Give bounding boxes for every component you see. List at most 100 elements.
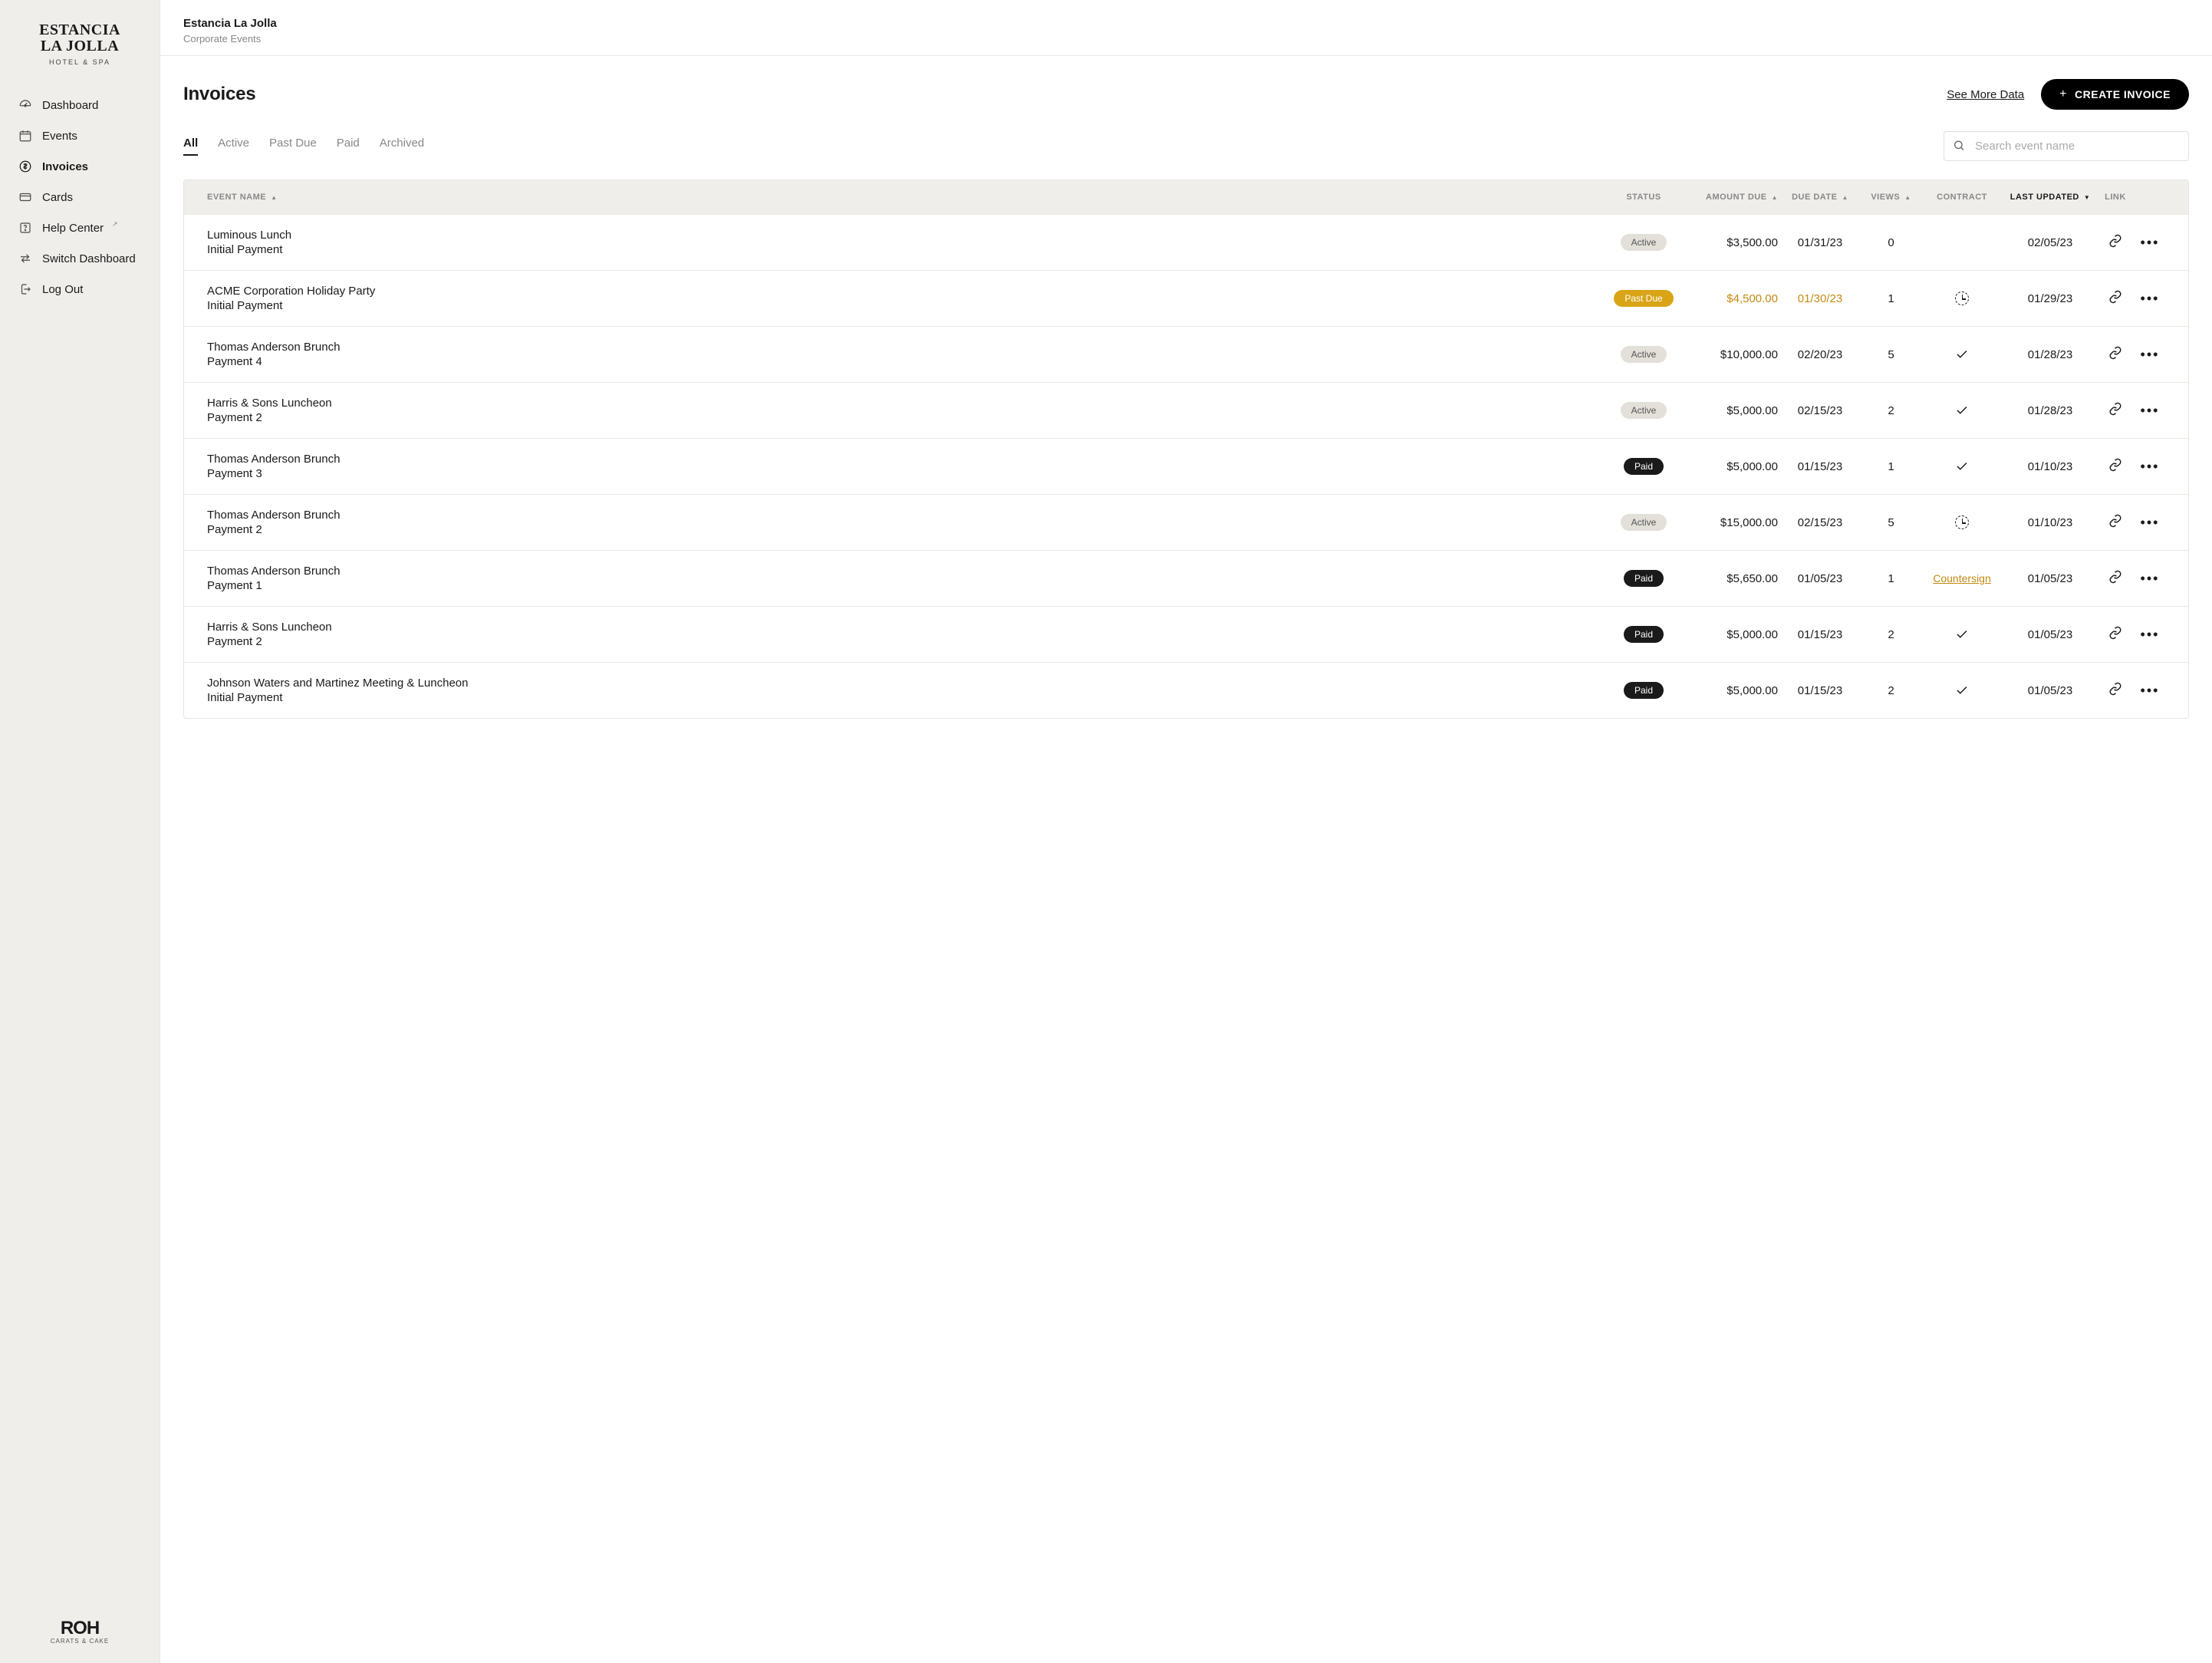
- col-contract[interactable]: CONTRACT: [1920, 193, 2004, 202]
- event-name: Thomas Anderson Brunch: [207, 565, 340, 578]
- payment-name: Payment 3: [207, 467, 262, 480]
- table-row[interactable]: Thomas Anderson BrunchPayment 2Active$15…: [184, 494, 2188, 550]
- sidebar-item-switch-dashboard[interactable]: Switch Dashboard: [18, 244, 147, 273]
- link-icon[interactable]: [2108, 458, 2122, 475]
- amount-cell: $10,000.00: [1678, 348, 1778, 361]
- link-icon[interactable]: [2108, 514, 2122, 531]
- link-cell: [2096, 626, 2135, 643]
- sidebar-item-dashboard[interactable]: Dashboard: [18, 91, 147, 120]
- header: Estancia La Jolla Corporate Events: [160, 0, 2212, 56]
- col-last-updated[interactable]: LAST UPDATED ▼: [2004, 193, 2096, 202]
- more-icon[interactable]: •••: [2141, 291, 2160, 307]
- payment-name: Initial Payment: [207, 691, 282, 704]
- col-due-date[interactable]: DUE DATE ▲: [1778, 193, 1862, 202]
- search-input[interactable]: [1944, 131, 2189, 161]
- logo-line-1: ESTANCIA: [18, 21, 141, 39]
- search-icon: [1953, 139, 1965, 153]
- sidebar-item-events[interactable]: Events: [18, 121, 147, 150]
- countersign-link[interactable]: Countersign: [1933, 572, 1991, 585]
- tab-paid[interactable]: Paid: [337, 137, 360, 156]
- event-cell: Harris & Sons LuncheonPayment 2: [207, 621, 1609, 648]
- event-cell: Harris & Sons LuncheonPayment 2: [207, 397, 1609, 424]
- contract-cell: Countersign: [1920, 572, 2004, 585]
- due-date-value: 02/15/23: [1798, 404, 1842, 417]
- sidebar-item-log-out[interactable]: Log Out: [18, 275, 147, 304]
- col-amount-due[interactable]: AMOUNT DUE ▲: [1678, 193, 1778, 202]
- sidebar-item-invoices[interactable]: Invoices: [18, 152, 147, 181]
- table-row[interactable]: ACME Corporation Holiday PartyInitial Pa…: [184, 270, 2188, 326]
- sidebar-item-cards[interactable]: Cards: [18, 183, 147, 212]
- table-row[interactable]: Harris & Sons LuncheonPayment 2Active $5,…: [184, 382, 2188, 438]
- due-date-cell: 01/31/23: [1778, 236, 1862, 249]
- payment-name: Initial Payment: [207, 243, 282, 256]
- col-link: LINK: [2096, 193, 2135, 202]
- table-row[interactable]: Thomas Anderson BrunchPayment 1Paid$5,65…: [184, 550, 2188, 606]
- status-badge: Past Due: [1614, 290, 1673, 307]
- table-row[interactable]: Luminous LunchInitial PaymentActive$3,50…: [184, 214, 2188, 270]
- link-icon[interactable]: [2108, 402, 2122, 419]
- due-date-value: 02/15/23: [1798, 516, 1842, 529]
- more-icon[interactable]: •••: [2141, 403, 2160, 419]
- event-cell: Luminous LunchInitial Payment: [207, 229, 1609, 256]
- actions-cell: •••: [2135, 571, 2165, 587]
- link-icon[interactable]: [2108, 570, 2122, 587]
- table-row[interactable]: Thomas Anderson BrunchPayment 3Paid$5,00…: [184, 438, 2188, 494]
- link-icon[interactable]: [2108, 290, 2122, 307]
- see-more-link[interactable]: See More Data: [1947, 88, 2024, 101]
- last-updated-cell: 01/28/23: [2004, 348, 2096, 361]
- tab-past-due[interactable]: Past Due: [269, 137, 317, 156]
- contract-cell: [1920, 627, 2004, 641]
- payment-name: Payment 2: [207, 523, 262, 536]
- contract-cell: [1920, 683, 2004, 697]
- event-name: Thomas Anderson Brunch: [207, 341, 340, 354]
- more-icon[interactable]: •••: [2141, 235, 2160, 251]
- sort-up-icon: ▲: [1772, 194, 1778, 201]
- status-cell: Active: [1609, 402, 1678, 419]
- create-invoice-button[interactable]: + CREATE INVOICE: [2041, 79, 2189, 110]
- more-icon[interactable]: •••: [2141, 347, 2160, 363]
- col-actions: [2135, 193, 2165, 202]
- link-cell: [2096, 514, 2135, 531]
- table-row[interactable]: Thomas Anderson BrunchPayment 4Active$10…: [184, 326, 2188, 382]
- dashboard-icon: [18, 98, 32, 112]
- sidebar-item-label: Dashboard: [42, 99, 98, 112]
- actions-cell: •••: [2135, 627, 2165, 643]
- more-icon[interactable]: •••: [2141, 571, 2160, 587]
- more-icon[interactable]: •••: [2141, 459, 2160, 475]
- tab-all[interactable]: All: [183, 137, 198, 156]
- views-cell: 1: [1862, 292, 1920, 305]
- col-views-label: VIEWS: [1871, 193, 1900, 202]
- tabs: All Active Past Due Paid Archived: [183, 137, 424, 156]
- create-invoice-label: CREATE INVOICE: [2075, 88, 2171, 100]
- event-cell: Johnson Waters and Martinez Meeting & Lu…: [207, 677, 1609, 704]
- col-views[interactable]: VIEWS ▲: [1862, 193, 1920, 202]
- page-actions: See More Data + CREATE INVOICE: [1947, 79, 2189, 110]
- table-row[interactable]: Harris & Sons LuncheonPayment 2Paid$5,00…: [184, 606, 2188, 662]
- link-icon[interactable]: [2108, 626, 2122, 643]
- link-icon[interactable]: [2108, 682, 2122, 699]
- amount-value: $5,650.00: [1726, 572, 1778, 585]
- event-name: Thomas Anderson Brunch: [207, 509, 340, 522]
- col-event-name[interactable]: EVENT NAME ▲: [207, 193, 1609, 202]
- sort-down-icon: ▼: [2084, 194, 2090, 201]
- sidebar-item-help-center[interactable]: Help Center↗: [18, 213, 147, 242]
- tab-active[interactable]: Active: [218, 137, 249, 156]
- col-status[interactable]: STATUS: [1609, 193, 1678, 202]
- table-row[interactable]: Johnson Waters and Martinez Meeting & Lu…: [184, 662, 2188, 718]
- link-icon[interactable]: [2108, 234, 2122, 251]
- due-date-value: 01/05/23: [1798, 572, 1842, 585]
- due-date-cell: 01/15/23: [1778, 684, 1862, 697]
- due-date-cell: 02/15/23: [1778, 404, 1862, 417]
- link-icon[interactable]: [2108, 346, 2122, 363]
- more-icon[interactable]: •••: [2141, 515, 2160, 531]
- amount-value: $5,000.00: [1726, 404, 1778, 417]
- tab-archived[interactable]: Archived: [380, 137, 424, 156]
- status-cell: Paid: [1609, 570, 1678, 587]
- contract-cell: [1920, 403, 2004, 417]
- more-icon[interactable]: •••: [2141, 627, 2160, 643]
- views-cell: 5: [1862, 348, 1920, 361]
- link-cell: [2096, 682, 2135, 699]
- more-icon[interactable]: •••: [2141, 683, 2160, 699]
- table-header: EVENT NAME ▲ STATUS AMOUNT DUE ▲ DUE DAT…: [184, 180, 2188, 214]
- event-cell: Thomas Anderson BrunchPayment 2: [207, 509, 1609, 536]
